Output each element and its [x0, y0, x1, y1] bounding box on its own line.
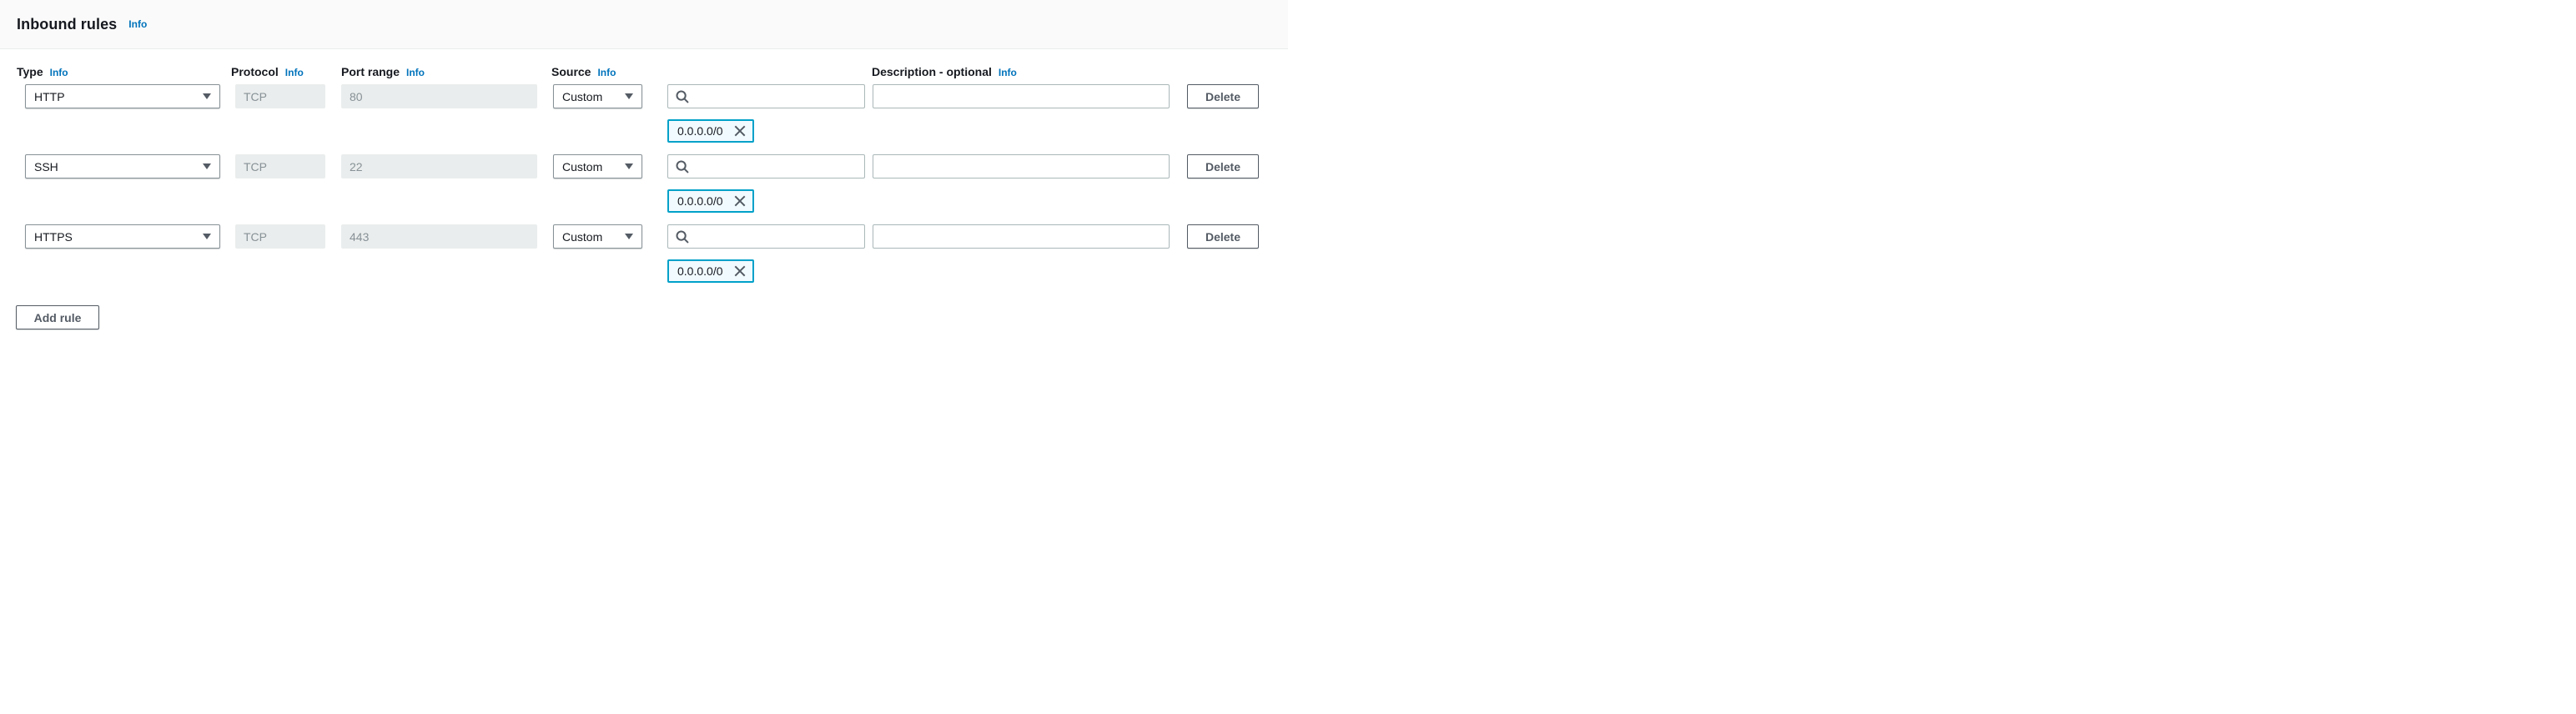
column-label-description: Description - optional Info — [872, 65, 1017, 78]
column-headers: Type Info Protocol Info Port range Info … — [0, 65, 1288, 79]
description-input[interactable] — [873, 154, 1170, 178]
delete-button[interactable]: Delete — [1187, 84, 1259, 108]
source-search-input[interactable] — [689, 155, 864, 178]
protocol-info-link[interactable]: Info — [285, 68, 304, 78]
column-label-type: Type Info — [17, 65, 68, 78]
type-select[interactable]: SSH — [25, 154, 220, 178]
type-info-link[interactable]: Info — [50, 68, 68, 78]
description-info-link[interactable]: Info — [999, 68, 1017, 78]
source-select[interactable]: Custom — [553, 84, 642, 108]
close-icon[interactable] — [734, 125, 746, 137]
search-icon — [676, 230, 689, 244]
source-select[interactable]: Custom — [553, 154, 642, 178]
close-icon[interactable] — [734, 195, 746, 207]
protocol-field: TCP — [235, 84, 325, 108]
source-chip-row: 0.0.0.0/0 — [0, 189, 1288, 213]
source-chip: 0.0.0.0/0 — [667, 189, 754, 213]
source-chip-value: 0.0.0.0/0 — [677, 264, 723, 278]
source-chip: 0.0.0.0/0 — [667, 259, 754, 283]
close-icon[interactable] — [734, 265, 746, 277]
source-chip-row: 0.0.0.0/0 — [0, 259, 1288, 283]
chevron-down-icon — [203, 163, 211, 169]
page-title: Inbound rules — [17, 16, 117, 33]
protocol-field: TCP — [235, 224, 325, 249]
chevron-down-icon — [203, 234, 211, 239]
source-select[interactable]: Custom — [553, 224, 642, 249]
source-search-box — [667, 154, 865, 178]
inbound-rules-list: HTTP TCP 80 Custom Delete — [0, 84, 1288, 283]
protocol-field: TCP — [235, 154, 325, 178]
column-label-protocol: Protocol Info — [231, 65, 304, 78]
type-select[interactable]: HTTPS — [25, 224, 220, 249]
source-select-value: Custom — [562, 90, 602, 103]
chevron-down-icon — [625, 163, 633, 169]
chevron-down-icon — [203, 93, 211, 99]
source-select-value: Custom — [562, 230, 602, 244]
rule-fields-row: HTTP TCP 80 Custom Delete — [0, 84, 1288, 108]
source-select-value: Custom — [562, 160, 602, 173]
delete-button[interactable]: Delete — [1187, 224, 1259, 249]
column-label-port-range: Port range Info — [341, 65, 425, 78]
section-header: Inbound rules Info — [0, 0, 1288, 49]
source-chip-row: 0.0.0.0/0 — [0, 119, 1288, 143]
search-icon — [676, 160, 689, 173]
description-input[interactable] — [873, 84, 1170, 108]
source-chip-value: 0.0.0.0/0 — [677, 194, 723, 208]
source-chip-value: 0.0.0.0/0 — [677, 124, 723, 138]
source-chip: 0.0.0.0/0 — [667, 119, 754, 143]
description-input[interactable] — [873, 224, 1170, 249]
inbound-rule-row: HTTPS TCP 443 Custom Dele — [0, 224, 1288, 283]
port-range-field: 80 — [341, 84, 537, 108]
inbound-rule-row: HTTP TCP 80 Custom Delete — [0, 84, 1288, 143]
source-search-box — [667, 224, 865, 249]
port-range-field: 22 — [341, 154, 537, 178]
rule-fields-row: SSH TCP 22 Custom Delete — [0, 154, 1288, 178]
type-select-value: SSH — [34, 160, 58, 173]
chevron-down-icon — [625, 93, 633, 99]
add-rule-button[interactable]: Add rule — [16, 305, 99, 329]
port-range-info-link[interactable]: Info — [406, 68, 425, 78]
rule-fields-row: HTTPS TCP 443 Custom Dele — [0, 224, 1288, 249]
column-label-source: Source Info — [551, 65, 616, 78]
source-search-box — [667, 84, 865, 108]
inbound-rules-info-link[interactable]: Info — [128, 19, 147, 29]
source-search-input[interactable] — [689, 85, 864, 108]
chevron-down-icon — [625, 234, 633, 239]
type-select[interactable]: HTTP — [25, 84, 220, 108]
port-range-field: 443 — [341, 224, 537, 249]
delete-button[interactable]: Delete — [1187, 154, 1259, 178]
type-select-value: HTTPS — [34, 230, 73, 244]
inbound-rule-row: SSH TCP 22 Custom Delete — [0, 154, 1288, 213]
source-search-input[interactable] — [689, 225, 864, 248]
search-icon — [676, 90, 689, 103]
source-info-link[interactable]: Info — [597, 68, 616, 78]
type-select-value: HTTP — [34, 90, 65, 103]
